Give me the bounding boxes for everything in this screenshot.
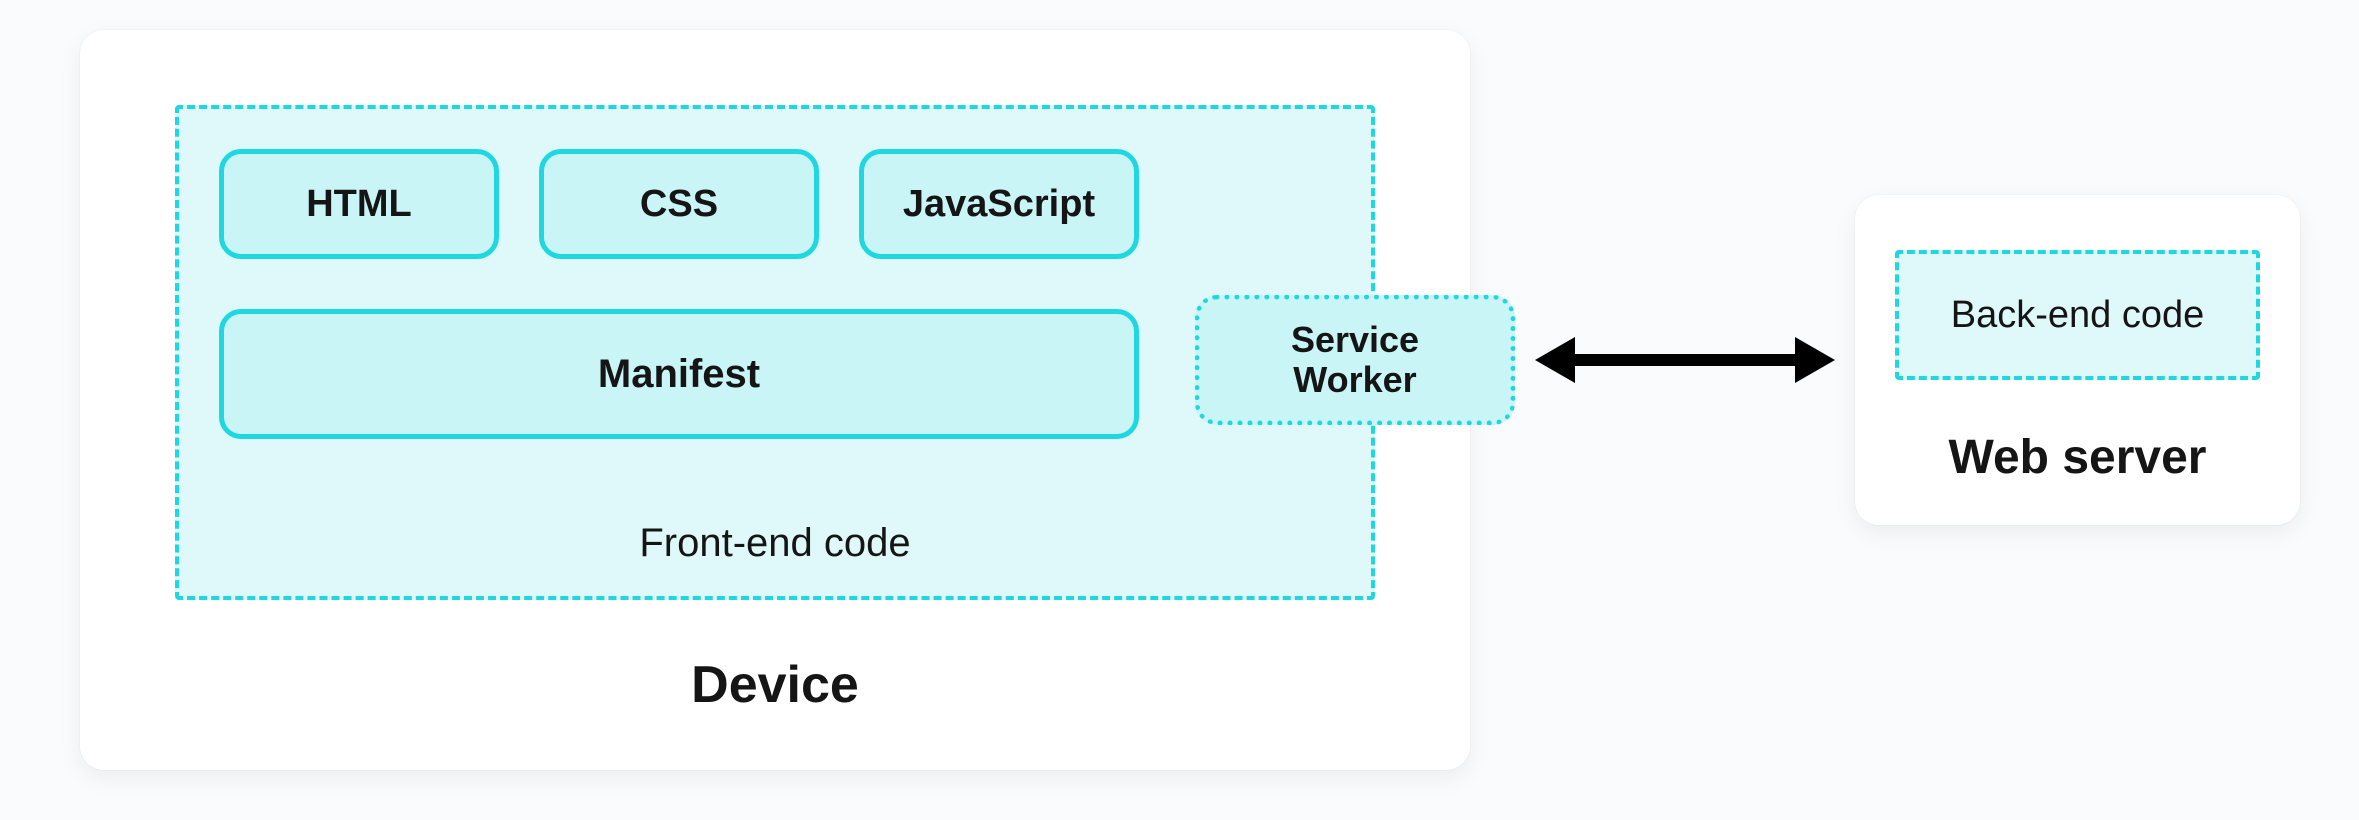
bidirectional-arrow-icon <box>1535 325 1835 395</box>
tech-row: HTML CSS JavaScript <box>219 149 1139 259</box>
backend-code-box: Back-end code <box>1895 250 2260 380</box>
backend-code-label: Back-end code <box>1951 294 2205 337</box>
html-label: HTML <box>306 183 412 226</box>
service-worker-line2: Worker <box>1293 360 1416 400</box>
service-worker-line1: Service <box>1291 320 1419 360</box>
frontend-code-label: Front-end code <box>179 521 1371 566</box>
service-worker-box: Service Worker <box>1195 295 1515 425</box>
javascript-box: JavaScript <box>859 149 1139 259</box>
web-server-title: Web server <box>1855 430 2300 485</box>
html-box: HTML <box>219 149 499 259</box>
device-title: Device <box>80 655 1470 715</box>
diagram-stage: HTML CSS JavaScript Manifest Front-end c… <box>0 0 2359 820</box>
manifest-label: Manifest <box>598 352 760 397</box>
javascript-label: JavaScript <box>903 183 1095 226</box>
web-server-panel: Back-end code Web server <box>1855 195 2300 525</box>
manifest-box: Manifest <box>219 309 1139 439</box>
css-label: CSS <box>640 183 718 226</box>
css-box: CSS <box>539 149 819 259</box>
